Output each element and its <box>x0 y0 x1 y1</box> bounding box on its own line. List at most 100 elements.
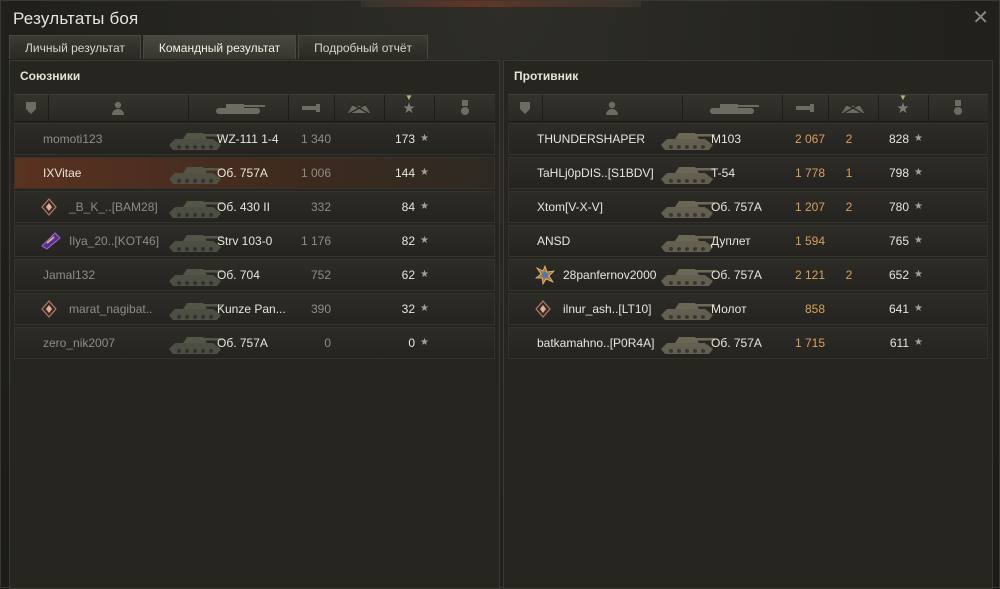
table-row[interactable]: batkamahno..[P0R4A] Об. 757А 1 715 611 ★ <box>508 327 988 359</box>
table-row[interactable]: Ilya_20..[KOT46] Strv 103-0 1 176 82 ★ <box>14 225 495 257</box>
star-icon: ★ <box>420 235 429 246</box>
allies-table-header: ▼ ★ <box>14 93 495 122</box>
xp-value: 84 <box>401 200 415 214</box>
enemies-panel: Противник ▼ ★ THUNDERSHAPER M103 2 067 2… <box>503 60 993 589</box>
damage-value: 2 121 <box>794 268 825 282</box>
platoon-column-icon[interactable] <box>14 95 49 121</box>
star-icon: ★ <box>420 167 429 178</box>
player-column-icon[interactable] <box>542 95 683 121</box>
damage-column-icon[interactable] <box>288 95 335 121</box>
damage-value: 1 207 <box>794 200 825 214</box>
enemies-rows: THUNDERSHAPER M103 2 067 2 828 ★ TaHLj0pDIS..[… <box>508 123 988 361</box>
star-icon: ★ <box>420 201 429 212</box>
tank-name: M103 <box>711 132 742 146</box>
xp-value: 641 <box>888 302 909 316</box>
tank-name: Strv 103-0 <box>217 234 273 248</box>
tab-bar: Личный результат Командный результат Под… <box>9 35 429 59</box>
window-title: Результаты боя <box>13 9 139 28</box>
tab-personal-result[interactable]: Личный результат <box>9 35 141 59</box>
achievements-column-icon[interactable] <box>928 95 988 121</box>
clan-emblem-icon <box>41 294 63 324</box>
table-row[interactable]: TaHLj0pDIS..[S1BDV] T-54 1 778 1 798 ★ <box>508 157 988 189</box>
xp-value: 173 <box>394 132 415 146</box>
frags-value <box>345 226 365 256</box>
clan-emblem-icon <box>41 192 63 222</box>
star-icon: ★ <box>420 269 429 280</box>
xp-value: 828 <box>888 132 909 146</box>
tank-name: Об. 757А <box>711 336 762 350</box>
tank-icon <box>165 125 225 153</box>
damage-value: 752 <box>310 268 331 282</box>
player-column-icon[interactable] <box>48 95 189 121</box>
tank-icon <box>657 125 717 153</box>
tank-icon <box>657 261 717 289</box>
tab-detailed-report[interactable]: Подробный отчёт <box>298 35 429 59</box>
tank-icon <box>657 227 717 255</box>
tank-column-icon[interactable] <box>188 95 289 121</box>
allies-panel: Союзники ▼ ★ momoti123 WZ-111 1-4 1 340 … <box>9 60 500 589</box>
table-row[interactable]: ANSD Дуплет 1 594 765 ★ <box>508 225 988 257</box>
damage-value: 390 <box>310 302 331 316</box>
damage-value: 2 067 <box>794 132 825 146</box>
star-icon: ★ <box>914 201 923 212</box>
table-row[interactable]: zero_nik2007 Об. 757А 0 0 ★ <box>14 327 495 359</box>
damage-value: 1 715 <box>794 336 825 350</box>
tank-name: Об. 757А <box>217 336 268 350</box>
tank-icon <box>165 295 225 323</box>
damage-value: 332 <box>310 200 331 214</box>
tank-icon <box>165 227 225 255</box>
frags-value: 2 <box>845 132 853 146</box>
platoon-column-icon[interactable] <box>508 95 543 121</box>
tank-name: Об. 757А <box>711 200 762 214</box>
xp-value: 652 <box>888 268 909 282</box>
table-row[interactable]: _B_K_..[BAM28] Об. 430 II 332 84 ★ <box>14 191 495 223</box>
frags-value <box>839 226 859 256</box>
enemies-table-header: ▼ ★ <box>508 93 988 122</box>
damage-value: 1 340 <box>300 132 331 146</box>
star-icon: ★ <box>914 133 923 144</box>
tank-column-icon[interactable] <box>682 95 783 121</box>
tank-name: WZ-111 1-4 <box>217 132 279 146</box>
damage-value: 1 176 <box>300 234 331 248</box>
tank-name: Дуплет <box>711 234 751 248</box>
sort-indicator-icon: ▼ <box>405 93 413 102</box>
tank-name: Об. 757А <box>217 166 268 180</box>
damage-value: 0 <box>324 336 331 350</box>
frags-column-icon[interactable] <box>828 95 879 121</box>
tank-name: Kunze Pan... <box>217 302 286 316</box>
close-icon[interactable]: ✕ <box>972 5 989 30</box>
tank-icon <box>657 329 717 357</box>
allies-title: Союзники <box>20 69 81 83</box>
star-icon: ★ <box>914 269 923 280</box>
xp-value: 82 <box>401 234 415 248</box>
xp-column-icon[interactable]: ▼ ★ <box>384 93 435 121</box>
table-row[interactable]: THUNDERSHAPER M103 2 067 2 828 ★ <box>508 123 988 155</box>
xp-value: 780 <box>888 200 909 214</box>
frags-value: 2 <box>845 268 853 282</box>
star-icon: ★ <box>914 303 923 314</box>
frags-value <box>839 328 859 358</box>
star-icon: ★ <box>914 337 923 348</box>
tank-name: Об. 757А <box>711 268 762 282</box>
damage-value: 858 <box>804 302 825 316</box>
table-row[interactable]: ilnur_ash..[LT10] Молот 858 641 ★ <box>508 293 988 325</box>
table-row[interactable]: 28panfernov2000 Об. 757А 2 121 2 652 ★ <box>508 259 988 291</box>
xp-value: 798 <box>888 166 909 180</box>
damage-column-icon[interactable] <box>782 95 829 121</box>
table-row[interactable]: Xtom[V-X-V] Об. 757А 1 207 2 780 ★ <box>508 191 988 223</box>
clan-emblem-icon <box>535 294 557 324</box>
tab-team-result[interactable]: Командный результат <box>142 35 297 59</box>
clan-emblem-icon <box>41 226 63 256</box>
table-row[interactable]: momoti123 WZ-111 1-4 1 340 173 ★ <box>14 123 495 155</box>
table-row[interactable]: IXVitae Об. 757А 1 006 144 ★ <box>14 157 495 189</box>
star-icon: ★ <box>420 337 429 348</box>
xp-column-icon[interactable]: ▼ ★ <box>878 93 929 121</box>
sort-indicator-icon: ▼ <box>899 93 907 102</box>
tank-icon <box>165 329 225 357</box>
achievements-column-icon[interactable] <box>434 95 495 121</box>
frags-column-icon[interactable] <box>334 95 385 121</box>
star-icon: ★ <box>420 133 429 144</box>
table-row[interactable]: marat_nagibat.. Kunze Pan... 390 32 ★ <box>14 293 495 325</box>
frags-value <box>345 260 365 290</box>
table-row[interactable]: Jamal132 Об. 704 752 62 ★ <box>14 259 495 291</box>
